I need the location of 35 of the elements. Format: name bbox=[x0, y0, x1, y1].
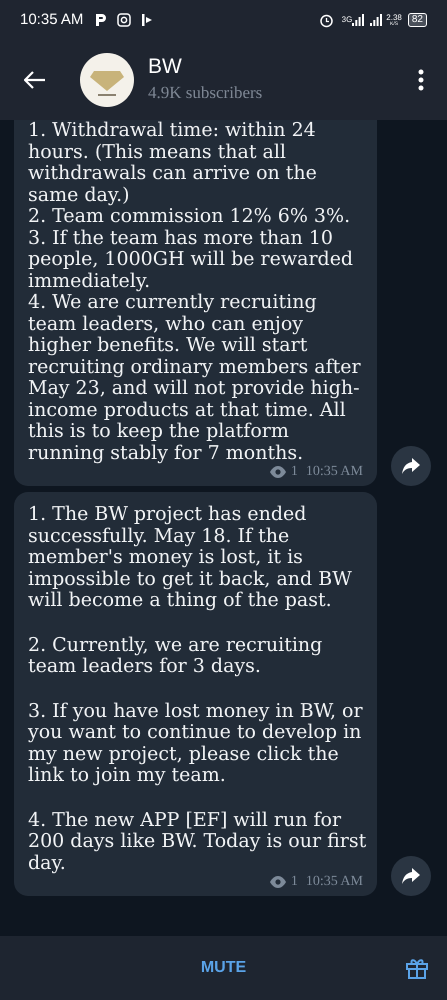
share-icon bbox=[401, 867, 421, 885]
gift-icon bbox=[405, 956, 429, 980]
share-button[interactable] bbox=[391, 856, 431, 896]
status-time: 10:35 AM bbox=[20, 10, 84, 30]
message-text: 2. Currently, we are recruiting team leaders for 3 days. bbox=[28, 634, 324, 678]
network-speed: 2.38 bbox=[386, 14, 402, 22]
app-icon bbox=[95, 13, 108, 27]
message-time: 10:35 AM bbox=[306, 874, 363, 890]
subscriber-count: 4.9K subscribers bbox=[148, 82, 262, 104]
message-text: 4. We are currently recruiting team leaders, who can enjoy higher benefits. We will start recruiting ordinary members after May 23, and will not provide high-income products at that time. All this is to keep the platform running stably for 7 months. bbox=[28, 292, 362, 464]
signal-icon bbox=[352, 14, 364, 26]
message-text: 1. Withdrawal time: within 24 hours. (This means that all withdrawals can arrive on the same day.) bbox=[28, 120, 318, 206]
share-button[interactable] bbox=[391, 446, 431, 486]
mute-button[interactable]: MUTE bbox=[200, 956, 246, 980]
message-text: 2. Team commission 12% 6% 3%. bbox=[28, 206, 352, 228]
message-text: 1. The BW project has ended successfully. May 18. If the member's money is lost, it is impossible to get it back, and BW will become a thing of the past. bbox=[28, 504, 353, 612]
message-text: 3. If the team has more than 10 people, 1000GH will be rewarded immediately. bbox=[28, 228, 354, 292]
instagram-icon bbox=[117, 13, 132, 27]
message-text: 4. The new APP [EF] will run for 200 days like BW. Today is our first day. bbox=[28, 810, 367, 874]
network-type: 3G bbox=[342, 16, 352, 24]
more-icon bbox=[418, 69, 424, 91]
battery-indicator: 82 bbox=[408, 13, 427, 27]
message-time: 10:35 AM bbox=[306, 464, 363, 480]
eye-icon bbox=[268, 466, 287, 478]
message-text: 3. If you have lost money in BW, or you want to continue to develop in my new project, please click the link to join my team. bbox=[28, 700, 364, 786]
back-icon bbox=[24, 71, 46, 89]
view-count: 1 bbox=[290, 464, 298, 480]
alarm-icon bbox=[318, 12, 334, 28]
channel-avatar bbox=[80, 53, 134, 107]
view-count: 1 bbox=[290, 874, 298, 890]
signal-icon bbox=[370, 14, 382, 26]
play-icon bbox=[141, 13, 154, 27]
channel-title: BW bbox=[148, 54, 183, 80]
share-icon bbox=[401, 457, 421, 475]
eye-icon bbox=[268, 876, 287, 888]
